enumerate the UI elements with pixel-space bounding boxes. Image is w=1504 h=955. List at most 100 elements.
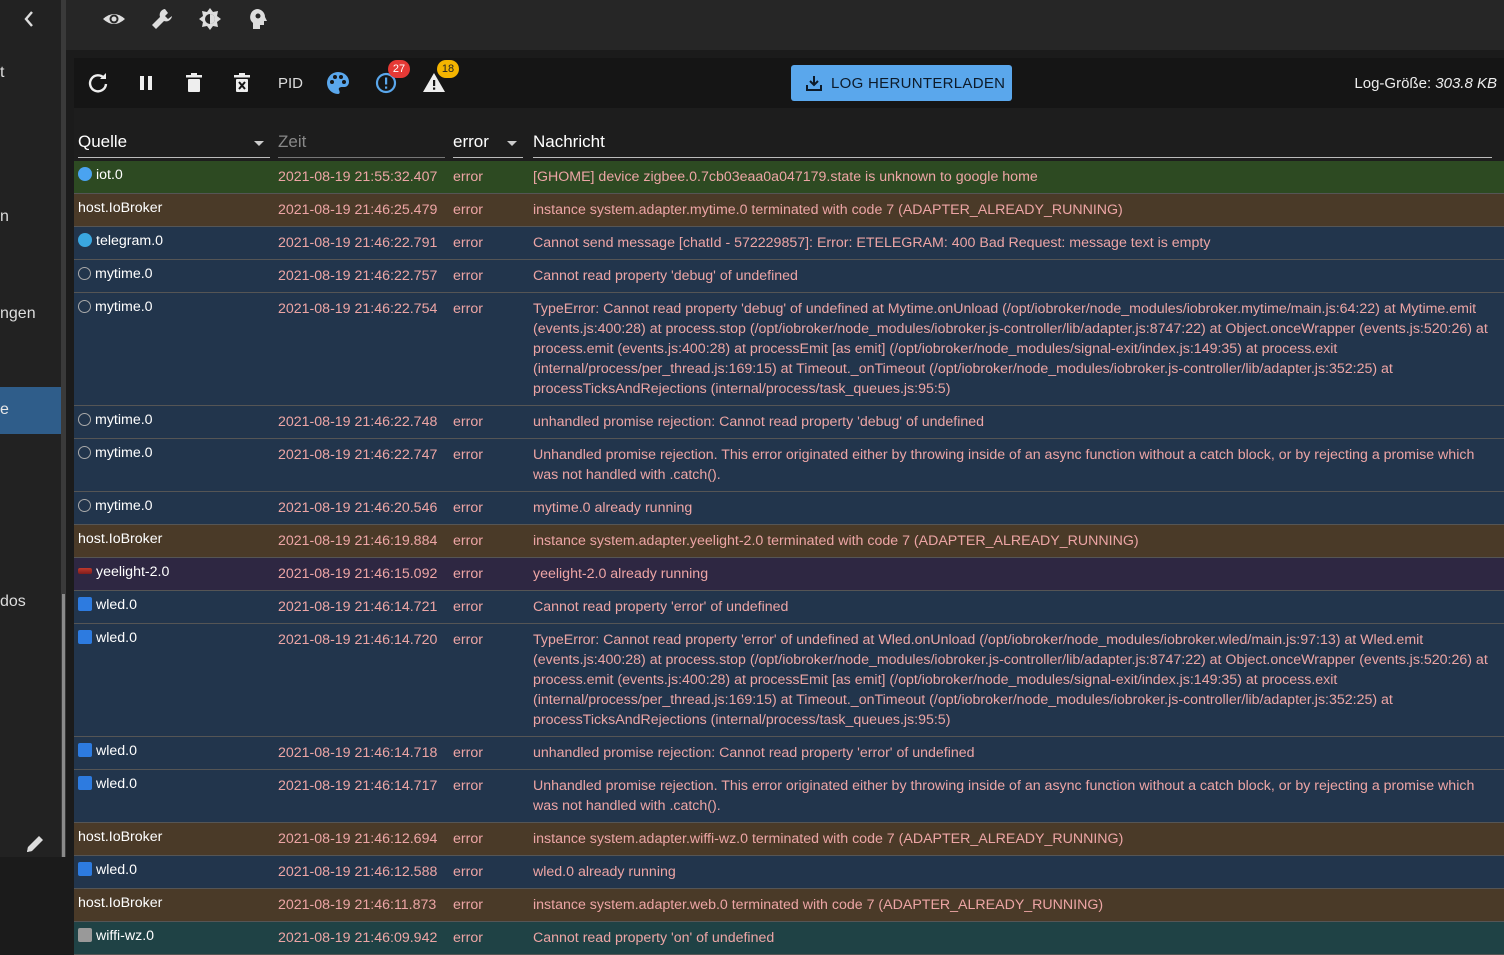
log-source: telegram.0 bbox=[78, 231, 163, 251]
log-time: 2021-08-19 21:46:09.942 bbox=[278, 930, 438, 946]
log-row[interactable]: wled.0 2021-08-19 21:46:12.588 error wled.0… bbox=[74, 856, 1504, 889]
log-source: wiffi-wz.0 bbox=[78, 926, 154, 946]
chevron-left-icon[interactable] bbox=[20, 8, 38, 30]
severity-filter-select[interactable]: error bbox=[453, 132, 523, 158]
log-source-text: mytime.0 bbox=[95, 266, 153, 282]
severity-filter-label: error bbox=[453, 132, 489, 151]
pencil-icon[interactable] bbox=[24, 833, 46, 855]
log-time: 2021-08-19 21:46:22.748 bbox=[278, 414, 438, 430]
log-time: 2021-08-19 21:46:11.873 bbox=[278, 897, 437, 913]
log-row[interactable]: host.IoBroker 2021-08-19 21:46:12.694 erro… bbox=[74, 823, 1504, 856]
expert-head-icon[interactable] bbox=[245, 6, 271, 32]
log-source: wled.0 bbox=[78, 628, 137, 648]
wled-icon bbox=[78, 630, 92, 644]
log-time: 2021-08-19 21:46:25.479 bbox=[278, 202, 438, 218]
wled-icon bbox=[78, 862, 92, 876]
log-row[interactable]: host.IoBroker 2021-08-19 21:46:25.479 erro… bbox=[74, 194, 1504, 227]
palette-icon[interactable] bbox=[325, 70, 351, 96]
telegram-icon bbox=[78, 233, 92, 247]
download-log-label: LOG HERUNTERLADEN bbox=[831, 75, 1006, 92]
log-row[interactable]: wled.0 2021-08-19 21:46:14.717 error Unhand… bbox=[74, 770, 1504, 823]
log-row[interactable]: iot.0 2021-08-19 21:55:32.407 error [GHOME]… bbox=[74, 161, 1504, 194]
log-row[interactable]: host.IoBroker 2021-08-19 21:46:19.884 erro… bbox=[74, 525, 1504, 558]
pid-toggle[interactable]: PID bbox=[278, 75, 303, 92]
log-row[interactable]: host.IoBroker 2021-08-19 21:46:11.873 erro… bbox=[74, 889, 1504, 922]
log-row[interactable]: mytime.0 2021-08-19 21:46:22.754 error Type… bbox=[74, 293, 1504, 406]
drawer-item-label[interactable]: n bbox=[0, 208, 9, 226]
log-row[interactable]: telegram.0 2021-08-19 21:46:22.791 error Ca… bbox=[74, 227, 1504, 260]
log-severity: error bbox=[453, 930, 483, 946]
log-source-text: mytime.0 bbox=[95, 412, 153, 428]
log-source-text: wled.0 bbox=[96, 776, 138, 792]
top-app-bar bbox=[66, 0, 1504, 50]
wiffi-icon bbox=[78, 928, 92, 942]
log-size-label: Log-Größe: bbox=[1354, 75, 1432, 92]
log-severity: error bbox=[453, 235, 483, 251]
drawer-item-label[interactable]: ngen bbox=[0, 305, 36, 323]
source-filter-select[interactable]: Quelle bbox=[78, 132, 270, 158]
log-severity: error bbox=[453, 500, 483, 516]
brightness-icon[interactable] bbox=[197, 6, 223, 32]
log-source-text: wled.0 bbox=[96, 862, 138, 878]
clock-icon bbox=[78, 413, 91, 426]
log-source-text: wled.0 bbox=[96, 630, 138, 646]
drawer-item-selected[interactable]: e bbox=[0, 387, 61, 434]
log-source-text: host.IoBroker bbox=[78, 895, 163, 911]
refresh-icon[interactable] bbox=[86, 71, 110, 95]
log-severity: error bbox=[453, 745, 483, 761]
log-row[interactable]: mytime.0 2021-08-19 21:46:22.748 error unha… bbox=[74, 406, 1504, 439]
message-filter-input[interactable]: Nachricht bbox=[533, 132, 1492, 158]
log-source-text: wled.0 bbox=[96, 743, 138, 759]
time-filter-placeholder: Zeit bbox=[278, 132, 307, 151]
log-source: mytime.0 bbox=[78, 410, 153, 430]
log-source: iot.0 bbox=[78, 165, 123, 185]
log-row[interactable]: mytime.0 2021-08-19 21:46:20.546 error myti… bbox=[74, 492, 1504, 525]
drawer-item-label[interactable]: dos bbox=[0, 593, 26, 611]
delete-icon[interactable] bbox=[182, 71, 206, 95]
log-source-text: iot.0 bbox=[96, 167, 123, 183]
log-severity: error bbox=[453, 566, 483, 582]
eye-icon[interactable] bbox=[101, 6, 127, 32]
wrench-icon[interactable] bbox=[149, 6, 175, 32]
log-severity: error bbox=[453, 831, 483, 847]
time-filter-input[interactable]: Zeit bbox=[278, 132, 445, 158]
log-source: wled.0 bbox=[78, 774, 137, 794]
delete-forever-icon[interactable] bbox=[230, 71, 254, 95]
log-source-text: telegram.0 bbox=[96, 233, 164, 249]
pause-icon[interactable] bbox=[134, 71, 158, 95]
log-severity: error bbox=[453, 414, 483, 430]
log-row[interactable]: mytime.0 2021-08-19 21:46:22.747 error Unha… bbox=[74, 439, 1504, 492]
navigation-drawer: t n ngen e dos bbox=[0, 0, 61, 857]
scrollbar-thumb[interactable] bbox=[62, 594, 65, 857]
lamp-icon bbox=[78, 568, 92, 574]
log-row[interactable]: wiffi-wz.0 2021-08-19 21:46:09.942 error Ca… bbox=[74, 922, 1504, 955]
drawer-scrollbar[interactable] bbox=[61, 0, 66, 857]
log-row[interactable]: wled.0 2021-08-19 21:46:14.721 error Cannot… bbox=[74, 591, 1504, 624]
log-source: wled.0 bbox=[78, 741, 137, 761]
log-toolbar: PID 27 18 LOG HERUNTERLADEN Log-Größe: 3… bbox=[74, 58, 1504, 108]
log-time: 2021-08-19 21:55:32.407 bbox=[278, 169, 438, 185]
clock-icon bbox=[78, 446, 91, 459]
log-severity: error bbox=[453, 268, 483, 284]
clock-icon bbox=[78, 267, 91, 280]
log-source: wled.0 bbox=[78, 595, 137, 615]
log-row[interactable]: wled.0 2021-08-19 21:46:14.718 error unhand… bbox=[74, 737, 1504, 770]
drawer-item-label[interactable]: t bbox=[0, 64, 4, 82]
chevron-down-icon bbox=[254, 141, 264, 146]
wled-icon bbox=[78, 776, 92, 790]
chevron-down-icon bbox=[507, 141, 517, 146]
log-source: mytime.0 bbox=[78, 264, 153, 284]
log-source: mytime.0 bbox=[78, 297, 153, 317]
warnings-count-badge: 18 bbox=[437, 60, 459, 78]
message-filter-label: Nachricht bbox=[533, 132, 605, 151]
log-time: 2021-08-19 21:46:14.717 bbox=[278, 778, 438, 794]
log-source-text: host.IoBroker bbox=[78, 200, 163, 216]
log-row[interactable]: mytime.0 2021-08-19 21:46:22.757 error Cann… bbox=[74, 260, 1504, 293]
log-row[interactable]: wled.0 2021-08-19 21:46:14.720 error TypeEr… bbox=[74, 624, 1504, 737]
wled-icon bbox=[78, 743, 92, 757]
log-row[interactable]: yeelight-2.0 2021-08-19 21:46:15.092 error… bbox=[74, 558, 1504, 591]
log-time: 2021-08-19 21:46:20.546 bbox=[278, 500, 438, 516]
drawer-item-label: e bbox=[0, 401, 9, 418]
log-panel: PID 27 18 LOG HERUNTERLADEN Log-Größe: 3… bbox=[74, 58, 1504, 955]
download-log-button[interactable]: LOG HERUNTERLADEN bbox=[791, 65, 1012, 101]
